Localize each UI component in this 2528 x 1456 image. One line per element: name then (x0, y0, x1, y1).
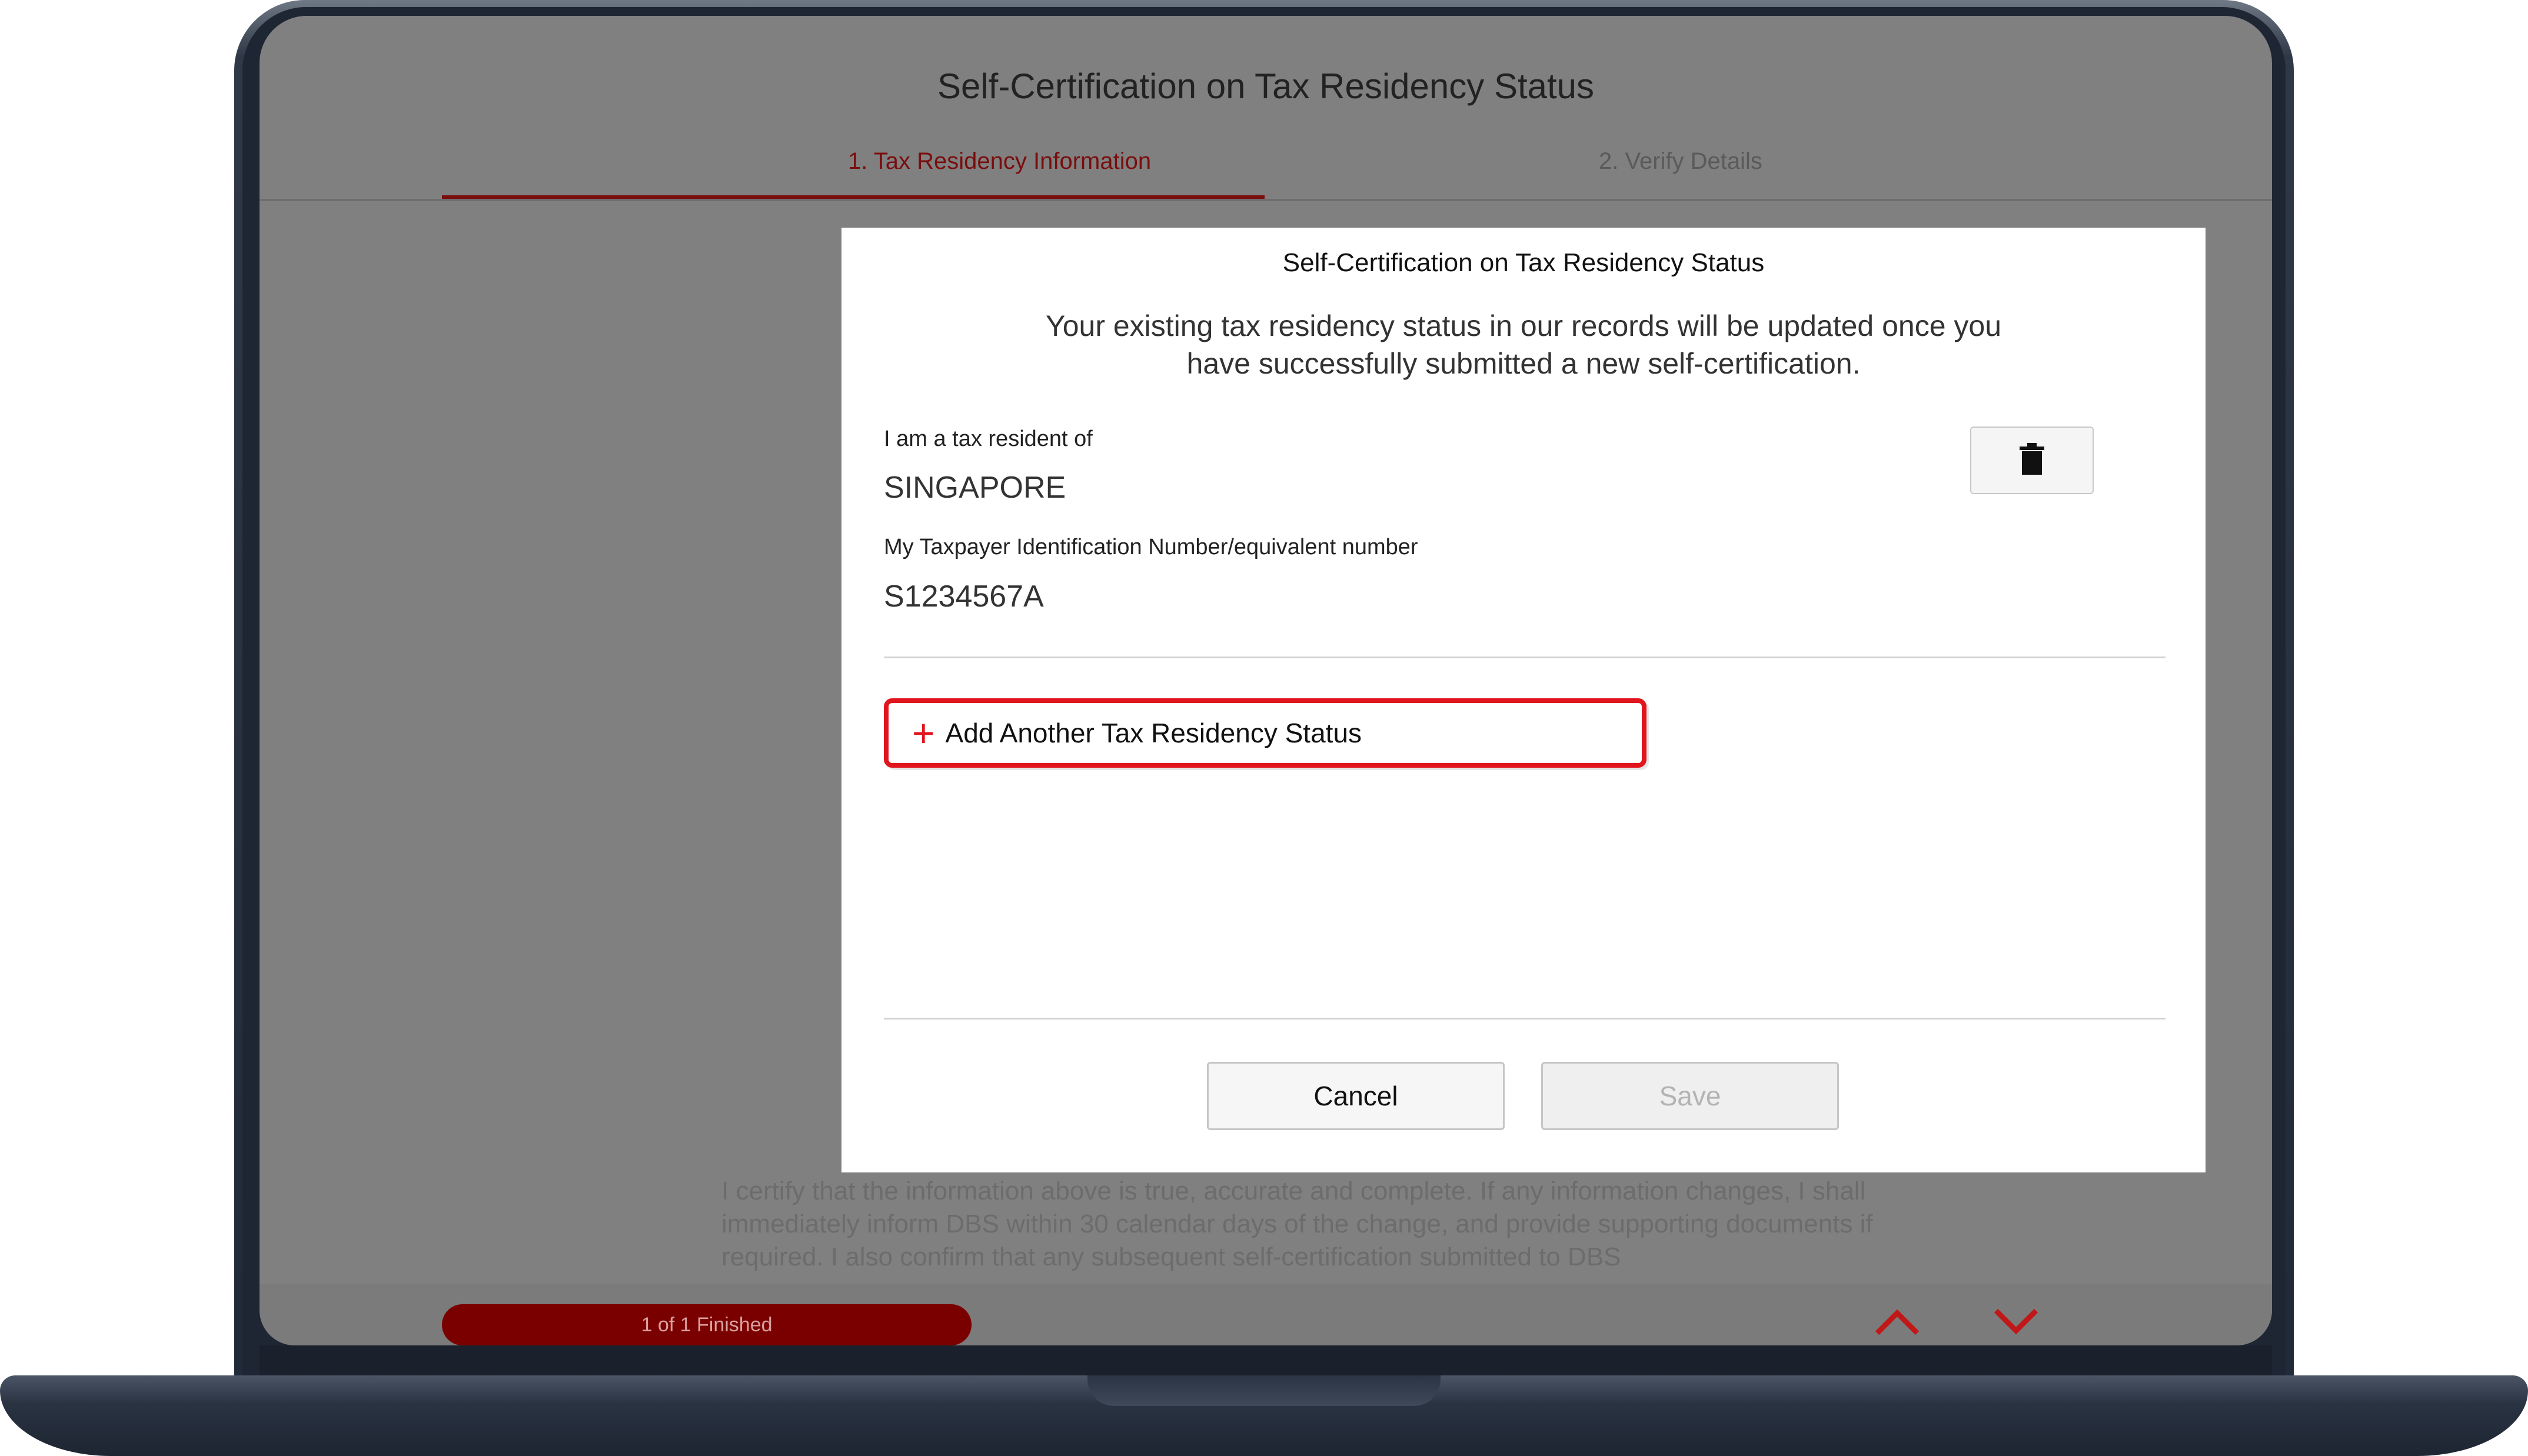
add-tax-residency-button[interactable]: + Add Another Tax Residency Status (884, 698, 1646, 768)
certification-statement: I certify that the information above is … (721, 1177, 1873, 1271)
plus-icon: + (912, 711, 935, 755)
tab-verify-details[interactable]: 2. Verify Details (1599, 148, 1762, 175)
tax-resident-country: SINGAPORE (884, 471, 1066, 505)
page-title: Self-Certification on Tax Residency Stat… (937, 66, 1595, 106)
dialog-title: Self-Certification on Tax Residency Stat… (1282, 248, 1765, 277)
steps-divider (260, 199, 2272, 201)
trash-icon (2018, 443, 2045, 478)
tin-value: S1234567A (884, 579, 1044, 614)
save-button[interactable]: Save (1541, 1062, 1839, 1130)
chevron-up-icon[interactable] (1871, 1304, 1924, 1345)
cancel-button[interactable]: Cancel (1207, 1062, 1505, 1130)
tin-label: My Taxpayer Identification Number/equiva… (884, 535, 1418, 559)
footer-divider (884, 1018, 2166, 1019)
laptop-notch (1087, 1375, 1441, 1406)
screen: Self-Certification on Tax Residency Stat… (260, 16, 2272, 1345)
tax-resident-label: I am a tax resident of (884, 427, 1093, 451)
screen-bottom-edge (260, 1345, 2272, 1375)
dialog-description: Your existing tax residency status in ou… (1045, 309, 2002, 380)
section-divider (884, 657, 2166, 658)
progress-indicator: 1 of 1 Finished (442, 1304, 972, 1345)
chevron-down-icon[interactable] (1990, 1304, 2043, 1345)
step-tabs: 1. Tax Residency Information 2. Verify D… (260, 148, 2272, 216)
tax-residency-dialog: Self-Certification on Tax Residency Stat… (841, 228, 2206, 1172)
delete-residency-button[interactable] (1970, 427, 2094, 494)
add-tax-residency-label: Add Another Tax Residency Status (945, 718, 1362, 748)
tab-tax-residency-information[interactable]: 1. Tax Residency Information (848, 148, 1151, 175)
